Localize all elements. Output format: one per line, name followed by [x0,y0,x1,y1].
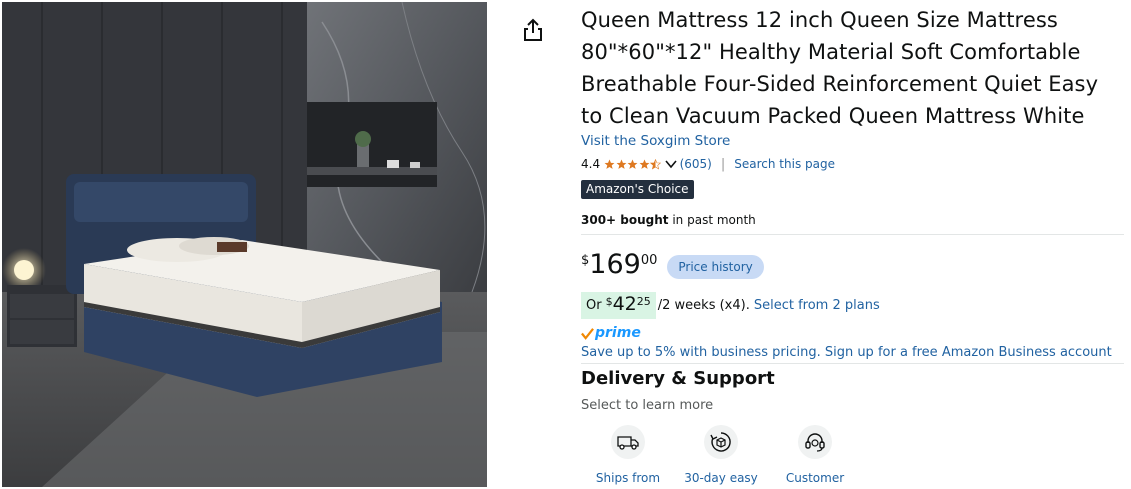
prime-label: prime [595,325,641,341]
installment-price-chip: Or $ 42 25 [581,292,656,319]
product-image[interactable] [2,2,487,487]
returns-item[interactable]: 30-day easy [676,425,766,485]
divider [581,363,1124,364]
ships-from-item[interactable]: Ships from [583,425,673,485]
store-link[interactable]: Visit the Soxgim Store [581,133,730,149]
installment-row: Or $ 42 25 /2 weeks (x4). Select from 2 … [581,292,880,319]
star-icon [616,159,627,169]
rating-value: 4.4 [581,157,601,171]
bought-count: 300+ bought in past month [581,213,756,227]
rating-row: 4.4 (605) | Search this page [581,156,835,172]
price-symbol: $ [581,253,590,268]
delivery-subtitle: Select to learn more [581,398,714,413]
product-title: Queen Mattress 12 inch Queen Size Mattre… [581,8,1099,128]
prime-check-icon [581,327,594,340]
bought-count-rest: in past month [668,213,756,227]
review-count-link[interactable]: (605) [680,157,712,171]
separator: | [720,156,726,172]
customer-support-item[interactable]: Customer [770,425,860,485]
price-fraction: 00 [640,253,658,268]
divider [581,234,1124,235]
price-row: $ 169 00 Price history [581,250,764,282]
star-icon [639,159,650,169]
returns-label: 30-day easy [684,471,758,485]
headset-icon [798,425,832,459]
prime-logo: prime [581,322,641,344]
business-pricing-link[interactable]: Save up to 5% with business pricing. Sig… [581,345,1112,360]
customer-support-label: Customer [785,471,845,485]
ships-from-label: Ships from [595,471,661,485]
installment-period: /2 weeks (x4). [657,298,750,313]
price-history-button[interactable]: Price history [667,255,764,279]
half-star-icon [650,158,662,169]
bought-count-bold: 300+ bought [581,213,669,227]
installment-whole: 42 [612,293,637,315]
select-plans-link[interactable]: Select from 2 plans [754,298,880,313]
installment-symbol: $ [605,295,613,308]
van-icon [611,425,645,459]
return-box-icon [704,425,738,459]
search-this-page-link[interactable]: Search this page [734,157,835,171]
amazons-choice-badge[interactable]: Amazon's Choice [581,180,694,199]
price-whole: 169 [589,249,641,280]
star-icon [604,159,615,169]
star-rating[interactable] [604,158,662,170]
share-icon[interactable] [521,17,545,43]
chevron-down-icon[interactable] [664,159,677,169]
installment-fraction: 25 [636,295,651,308]
star-icon [627,159,638,169]
installment-or: Or [586,298,602,313]
delivery-support-heading: Delivery & Support [581,368,775,389]
